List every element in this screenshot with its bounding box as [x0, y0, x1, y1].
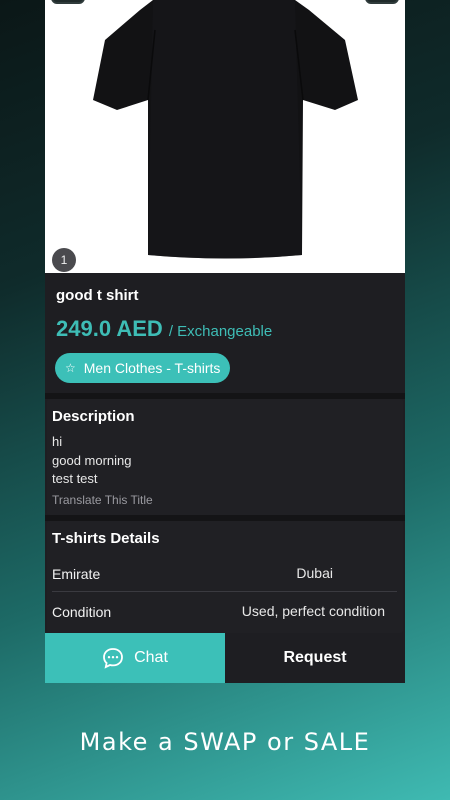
exchangeable-label: / Exchangeable — [168, 323, 273, 340]
promo-tagline: Make a SWAP or SALE — [79, 728, 371, 756]
product-summary: good t shirt 249.0 AED / Exchangeable ☆ … — [45, 273, 405, 393]
product-image-carousel[interactable]: 1 — [45, 0, 405, 273]
phone-screen: 1 good t shirt 249.0 AED / Exchangeable … — [45, 0, 405, 683]
product-title: good t shirt — [56, 287, 139, 304]
detail-label-emirate: Emirate — [52, 566, 101, 582]
description-heading: Description — [52, 408, 135, 425]
detail-label-condition: Condition — [52, 604, 112, 620]
details-heading: T-shirts Details — [52, 530, 160, 547]
chat-bubble-icon — [103, 648, 123, 669]
category-chip[interactable]: ☆ Men Clothes - T-shirts — [55, 353, 231, 383]
frame-corner-right — [365, 0, 399, 4]
category-chip-label: Men Clothes - T-shirts — [83, 360, 221, 376]
description-line: test test — [52, 471, 98, 486]
frame-corner-left — [51, 0, 85, 4]
image-index-badge: 1 — [52, 248, 76, 272]
row-divider — [52, 591, 397, 592]
detail-value-emirate: Dubai — [296, 565, 333, 581]
description-card: Description hi good morning test test Tr… — [47, 399, 403, 515]
action-bar: Chat Request — [45, 633, 405, 683]
detail-value-condition: Used, perfect condition — [241, 603, 385, 619]
details-card: T-shirts Details Emirate Dubai Condition… — [47, 521, 403, 633]
product-price: 249.0 AED — [56, 316, 163, 341]
translate-link[interactable]: Translate This Title — [52, 493, 153, 507]
chat-button[interactable]: Chat — [45, 633, 225, 683]
chat-button-label: Chat — [134, 649, 168, 666]
request-button[interactable]: Request — [225, 633, 405, 683]
star-icon: ☆ — [65, 361, 76, 375]
description-line: hi — [52, 434, 63, 449]
price-row: 249.0 AED / Exchangeable — [56, 316, 272, 342]
description-line: good morning — [52, 453, 132, 468]
tshirt-image — [93, 0, 358, 259]
